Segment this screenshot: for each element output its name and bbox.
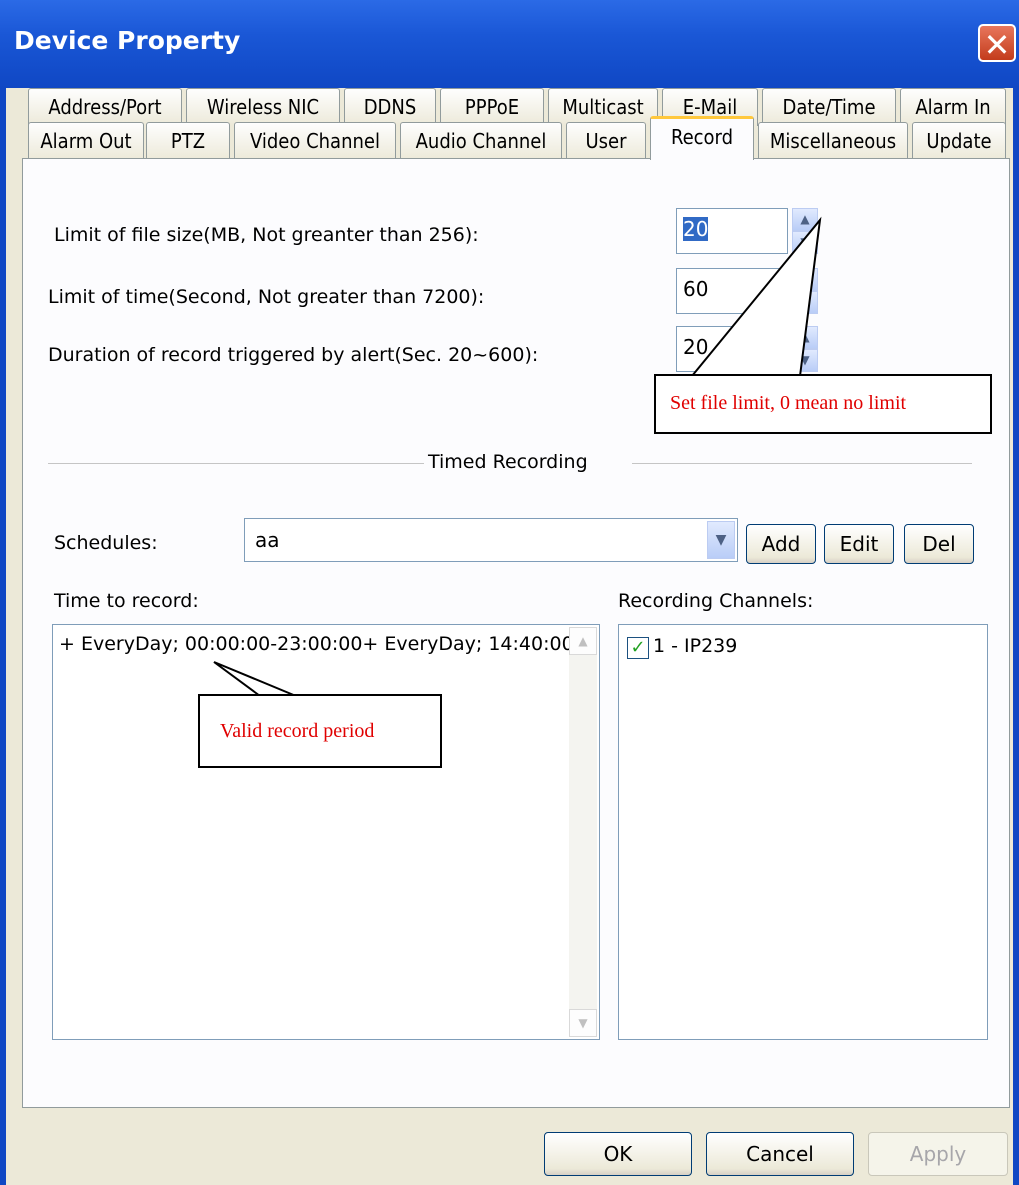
- scroll-down-icon[interactable]: ▼: [569, 1009, 597, 1037]
- schedules-label: Schedules:: [54, 532, 158, 554]
- channel-checkbox[interactable]: ✓: [627, 637, 649, 659]
- del-button[interactable]: Del: [904, 524, 974, 564]
- tab-date-time[interactable]: Date/Time: [762, 88, 896, 126]
- tab-address-port[interactable]: Address/Port: [28, 88, 182, 126]
- spin-up-icon[interactable]: ▲: [792, 208, 818, 231]
- period-callout: Valid record period: [198, 694, 442, 768]
- tab-alarm-out[interactable]: Alarm Out: [28, 122, 144, 160]
- cancel-button[interactable]: Cancel: [706, 1132, 854, 1176]
- add-button[interactable]: Add: [746, 524, 816, 564]
- tab-user[interactable]: User: [566, 122, 646, 160]
- file-size-spinner[interactable]: ▲ ▼: [792, 208, 818, 254]
- time-limit-label: Limit of time(Second, Not greater than 7…: [48, 286, 485, 308]
- vertical-scrollbar[interactable]: ▲ ▼: [569, 627, 597, 1037]
- alert-duration-spinner[interactable]: ▲ ▼: [792, 326, 818, 372]
- tab-update[interactable]: Update: [912, 122, 1006, 160]
- alert-duration-label: Duration of record triggered by alert(Se…: [48, 344, 539, 366]
- recording-channels-list[interactable]: ✓ 1 - IP239: [618, 624, 988, 1040]
- tab-miscellaneous[interactable]: Miscellaneous: [758, 122, 908, 160]
- spin-up-icon[interactable]: ▲: [792, 268, 818, 291]
- window-frame-left: [0, 88, 6, 1185]
- tab-ptz[interactable]: PTZ: [146, 122, 230, 160]
- spin-down-icon[interactable]: ▼: [792, 231, 818, 254]
- spin-down-icon[interactable]: ▼: [792, 349, 818, 372]
- chevron-down-icon[interactable]: ▼: [707, 521, 735, 559]
- window-frame-right: [1013, 88, 1019, 1185]
- ok-button[interactable]: OK: [544, 1132, 692, 1176]
- edit-button[interactable]: Edit: [824, 524, 894, 564]
- tab-pppoe[interactable]: PPPoE: [440, 88, 544, 126]
- tab-alarm-in[interactable]: Alarm In: [900, 88, 1006, 126]
- apply-button[interactable]: Apply: [868, 1132, 1008, 1176]
- timed-recording-label: Timed Recording: [428, 451, 588, 473]
- time-limit-spinner[interactable]: ▲ ▼: [792, 268, 818, 314]
- schedules-select[interactable]: aa ▼: [244, 518, 738, 562]
- file-size-label: Limit of file size(MB, Not greanter than…: [54, 224, 479, 246]
- scroll-up-icon[interactable]: ▲: [569, 627, 597, 655]
- tab-multicast[interactable]: Multicast: [548, 88, 658, 126]
- separator-right: [632, 463, 972, 464]
- file-size-value: 20: [683, 217, 709, 241]
- alert-duration-input[interactable]: 20: [676, 326, 788, 372]
- window-title: Device Property: [14, 26, 241, 55]
- recording-channels-label: Recording Channels:: [618, 590, 814, 612]
- period-callout-text: Valid record period: [220, 720, 375, 742]
- separator-left: [48, 463, 424, 464]
- device-property-window: Device Property ✕ Address/Port Wireless …: [0, 0, 1019, 1185]
- file-limit-callout: Set file limit, 0 mean no limit: [654, 374, 992, 434]
- schedules-value: aa: [255, 528, 280, 552]
- title-bar[interactable]: Device Property ✕: [0, 0, 1019, 88]
- tab-ddns[interactable]: DDNS: [344, 88, 436, 126]
- close-icon[interactable]: ✕: [978, 24, 1016, 64]
- tab-record[interactable]: Record: [650, 116, 754, 160]
- file-size-input[interactable]: 20: [676, 208, 788, 254]
- time-to-record-list[interactable]: + EveryDay; 00:00:00-23:00:00+ EveryDay;…: [52, 624, 600, 1040]
- alert-duration-value: 20: [683, 335, 709, 359]
- spin-down-icon[interactable]: ▼: [792, 291, 818, 314]
- channel-label: 1 - IP239: [653, 635, 738, 657]
- time-to-record-label: Time to record:: [54, 590, 199, 612]
- time-limit-value: 60: [683, 277, 709, 301]
- spin-up-icon[interactable]: ▲: [792, 326, 818, 349]
- tab-wireless-nic[interactable]: Wireless NIC: [186, 88, 340, 126]
- file-limit-callout-text: Set file limit, 0 mean no limit: [670, 392, 907, 414]
- time-to-record-text: + EveryDay; 00:00:00-23:00:00+ EveryDay;…: [59, 633, 574, 655]
- time-limit-input[interactable]: 60: [676, 268, 788, 314]
- tab-video-channel[interactable]: Video Channel: [234, 122, 396, 160]
- tab-audio-channel[interactable]: Audio Channel: [400, 122, 562, 160]
